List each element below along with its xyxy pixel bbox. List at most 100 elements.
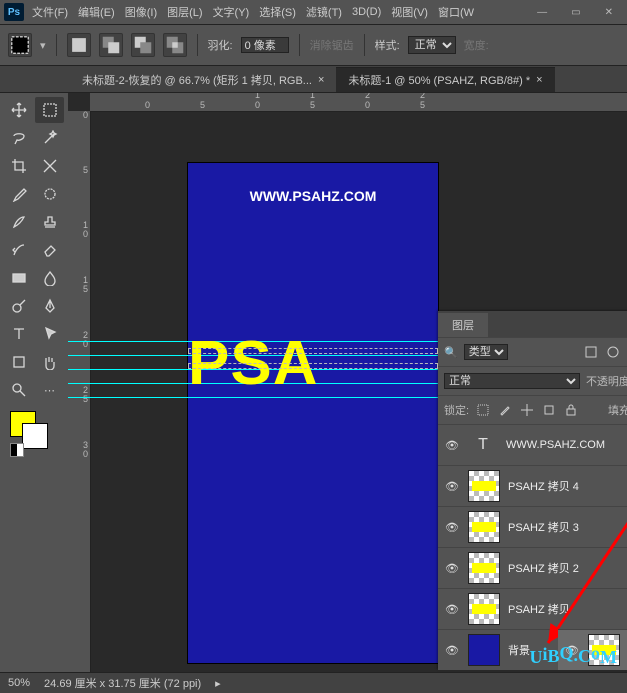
main-area: ⋯ ▫ 051 01 52 02 5 0 5 10 15 20 25 30 WW… <box>0 93 627 672</box>
add-selection-icon[interactable] <box>99 33 123 57</box>
dodge-tool[interactable] <box>4 293 33 319</box>
lock-all-icon[interactable] <box>563 402 579 418</box>
default-colors-icon[interactable] <box>10 443 24 457</box>
lock-pixels-icon[interactable] <box>475 402 491 418</box>
magic-wand-tool[interactable] <box>35 125 64 151</box>
tab-doc-1[interactable]: 未标题-2-恢复的 @ 66.7% (矩形 1 拷贝, RGB...× <box>70 67 336 92</box>
lock-artboard-icon[interactable] <box>541 402 557 418</box>
eye-icon[interactable]: 👁 <box>444 603 460 616</box>
layer-row[interactable]: 👁 PSAHZ 拷贝 4 <box>438 465 627 506</box>
feather-input[interactable] <box>241 37 289 53</box>
minimize-icon[interactable]: — <box>537 7 547 18</box>
menu-edit[interactable]: 编辑(E) <box>78 4 115 20</box>
edit-toolbar-icon[interactable]: ⋯ <box>35 377 64 403</box>
ruler-vertical: 0 5 10 15 20 25 30 <box>68 111 91 672</box>
layer-filter-select[interactable]: 类型 <box>464 344 508 360</box>
eye-icon[interactable]: 👁 <box>444 562 460 575</box>
filter-pixel-icon[interactable] <box>583 344 599 360</box>
layer-row[interactable]: 👁 PSAHZ 拷贝 <box>438 588 627 629</box>
fill-label: 填充: <box>608 402 627 418</box>
slice-tool[interactable] <box>35 153 64 179</box>
antialias-label: 消除锯齿 <box>310 37 354 53</box>
lasso-tool[interactable] <box>4 125 33 151</box>
gradient-tool[interactable] <box>4 265 33 291</box>
new-selection-icon[interactable] <box>67 33 91 57</box>
panel-tab-layers[interactable]: 图层 <box>438 313 488 337</box>
opacity-label: 不透明度: <box>586 373 627 389</box>
path-select-tool[interactable] <box>35 321 64 347</box>
canvas-area[interactable]: 051 01 52 02 5 0 5 10 15 20 25 30 WWW.PS… <box>68 93 627 672</box>
blend-mode-select[interactable]: 正常 <box>444 373 580 389</box>
tab-doc-2[interactable]: 未标题-1 @ 50% (PSAHZ, RGB/8#) *× <box>336 67 554 92</box>
color-swatches[interactable] <box>4 409 64 455</box>
layer-thumb <box>468 470 500 502</box>
close-icon[interactable]: × <box>318 74 324 86</box>
layer-row[interactable]: 👁 PSAHZ 拷贝 2 <box>438 547 627 588</box>
ruler-horizontal: 051 01 52 02 5 <box>90 93 627 112</box>
tool-preset-icon[interactable] <box>8 33 32 57</box>
marquee-tool[interactable] <box>35 97 64 123</box>
filter-adjust-icon[interactable] <box>605 344 621 360</box>
eraser-tool[interactable] <box>35 237 64 263</box>
background-color[interactable] <box>22 423 48 449</box>
blur-tool[interactable] <box>35 265 64 291</box>
document-tabs: 未标题-2-恢复的 @ 66.7% (矩形 1 拷贝, RGB...× 未标题-… <box>0 66 627 93</box>
ps-logo: Ps <box>4 3 24 21</box>
feather-label: 羽化: <box>208 37 233 53</box>
menu-type[interactable]: 文字(Y) <box>213 4 250 20</box>
chevron-down-icon[interactable]: ▾ <box>40 39 46 52</box>
hand-tool[interactable] <box>35 349 64 375</box>
toolbox: ⋯ ▫ <box>0 93 68 672</box>
lock-position-icon[interactable] <box>519 402 535 418</box>
stamp-tool[interactable] <box>35 209 64 235</box>
canvas-text-url: WWW.PSAHZ.COM <box>188 188 438 204</box>
eye-icon[interactable]: 👁 <box>444 644 460 657</box>
lock-brush-icon[interactable] <box>497 402 513 418</box>
style-select[interactable]: 正常 <box>408 36 456 54</box>
menu-3d[interactable]: 3D(D) <box>352 6 381 18</box>
menu-file[interactable]: 文件(F) <box>32 4 68 20</box>
close-icon[interactable]: ✕ <box>605 7 613 18</box>
shape-tool[interactable] <box>4 349 33 375</box>
brush-tool[interactable] <box>4 209 33 235</box>
document-canvas[interactable]: WWW.PSAHZ.COM <box>188 163 438 663</box>
layer-row[interactable]: 👁 PSAHZ 拷贝 3 <box>438 506 627 547</box>
layer-row[interactable]: 👁 T WWW.PSAHZ.COM <box>438 424 627 465</box>
maximize-icon[interactable]: ▭ <box>571 7 580 18</box>
close-icon[interactable]: × <box>536 74 542 86</box>
watermark: UiBQ.CoM <box>529 645 617 666</box>
zoom-tool[interactable] <box>4 377 33 403</box>
window-controls: — ▭ ✕ <box>537 7 623 18</box>
menu-window[interactable]: 窗口(W <box>438 4 474 20</box>
pen-tool[interactable] <box>35 293 64 319</box>
eye-icon[interactable]: 👁 <box>444 439 460 452</box>
type-layer-icon: T <box>468 430 498 460</box>
menu-select[interactable]: 选择(S) <box>259 4 296 20</box>
layers-list: 👁 T WWW.PSAHZ.COM 👁 PSAHZ 拷贝 4 👁 PSAHZ 拷… <box>438 424 627 670</box>
width-label: 宽度: <box>464 37 489 53</box>
move-tool[interactable] <box>4 97 33 123</box>
subtract-selection-icon[interactable] <box>131 33 155 57</box>
main-menu-bar: Ps 文件(F) 编辑(E) 图像(I) 图层(L) 文字(Y) 选择(S) 滤… <box>0 0 627 25</box>
menu-filter[interactable]: 滤镜(T) <box>306 4 342 20</box>
patch-tool[interactable] <box>35 181 64 207</box>
layer-thumb <box>468 552 500 584</box>
chevron-right-icon[interactable]: ▸ <box>215 677 221 690</box>
style-label: 样式: <box>375 37 400 53</box>
search-icon[interactable]: 🔍 <box>444 346 458 359</box>
intersect-selection-icon[interactable] <box>163 33 187 57</box>
lock-label: 锁定: <box>444 402 469 418</box>
history-brush-tool[interactable] <box>4 237 33 263</box>
eyedropper-tool[interactable] <box>4 181 33 207</box>
menu-layer[interactable]: 图层(L) <box>167 4 202 20</box>
crop-tool[interactable] <box>4 153 33 179</box>
zoom-level[interactable]: 50% <box>8 677 30 689</box>
eye-icon[interactable]: 👁 <box>444 521 460 534</box>
eye-icon[interactable]: 👁 <box>444 480 460 493</box>
layer-thumb <box>468 634 500 666</box>
menu-image[interactable]: 图像(I) <box>125 4 157 20</box>
status-bar: 50% 24.69 厘米 x 31.75 厘米 (72 ppi) ▸ <box>0 672 627 693</box>
menu-view[interactable]: 视图(V) <box>391 4 428 20</box>
selection-marquee <box>188 363 438 369</box>
type-tool[interactable] <box>4 321 33 347</box>
